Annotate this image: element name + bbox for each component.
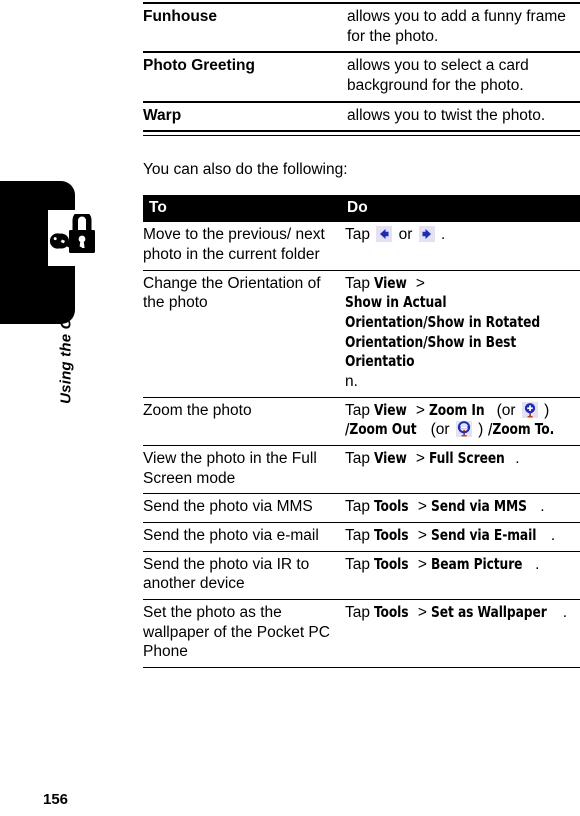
task-table-bottom-rule: [143, 666, 580, 668]
menu-path-label: View: [374, 400, 408, 419]
action-text: .: [562, 603, 567, 621]
table-row: Send the photo via MMS Tap Tools > Send v…: [143, 493, 580, 523]
menu-path-label: Send via E-mail: [431, 525, 537, 544]
feature-table-wrapper: Funhouse allows you to add a funny frame…: [143, 0, 580, 137]
chapter-label: Using the Camera: [57, 273, 75, 404]
action-text: .: [436, 226, 446, 244]
menu-path-separator: >: [411, 401, 430, 419]
action-text: Tap: [345, 603, 375, 621]
task-description-cell: Zoom the photo: [143, 401, 252, 419]
menu-path-label: Show in Actual Orientation/Show in Rotat…: [345, 293, 541, 371]
menu-path-separator: >: [413, 555, 432, 573]
table-row: Photo Greeting allows you to select a ca…: [143, 52, 580, 101]
table-row: Send the photo via IR to another device T…: [143, 551, 580, 599]
action-text: ): [473, 421, 488, 439]
action-text: ): [539, 401, 550, 419]
task-table-header-row: To Do: [143, 194, 580, 222]
action-text: Tap: [345, 401, 375, 419]
task-table-header-to: To: [143, 194, 345, 222]
action-text: (or: [492, 401, 520, 419]
task-action-cell: Tap Tools > Send via E-mail.: [345, 522, 580, 551]
task-description-cell: Send the photo via e-mail: [143, 526, 319, 544]
left-arrow-icon[interactable]: [376, 226, 393, 243]
action-text: n.: [345, 372, 358, 390]
table-row: View the photo in the Full Screen mode Ta…: [143, 445, 580, 493]
menu-path-label: Tools: [374, 554, 409, 573]
zoom-in-icon[interactable]: [521, 401, 538, 418]
feature-description-cell: allows you to select a card background f…: [347, 57, 529, 95]
task-description-cell: View the photo in the Full Screen mode: [143, 449, 317, 487]
page-number: 156: [43, 791, 69, 808]
task-table-header-do: Do: [345, 194, 580, 222]
table-row: Zoom the photo Tap View > Zoom In (or ) /…: [143, 397, 580, 445]
menu-path-label: Zoom In: [429, 400, 485, 419]
task-action-cell: Tap View > Zoom In (or ) /Zoom Out (or )…: [345, 397, 580, 445]
menu-path-separator: >: [413, 498, 432, 516]
feature-description-cell: allows you to twist the photo.: [347, 106, 546, 124]
menu-path-label: Full Screen: [429, 448, 505, 467]
feature-term-cell: Warp: [143, 102, 347, 131]
menu-path-label: View: [374, 273, 408, 292]
action-text: Tap: [345, 498, 375, 516]
task-description-cell: Change the Orientation of the photo: [143, 274, 321, 312]
action-text: .: [515, 449, 520, 467]
action-text: Tap: [345, 526, 375, 544]
task-action-cell: Tap Tools > Beam Picture.: [345, 551, 580, 599]
table-row: Move to the previous/ next photo in the …: [143, 221, 580, 270]
feature-term: Photo Greeting: [143, 57, 255, 75]
feature-term: Funhouse: [143, 8, 218, 25]
menu-path-label: Tools: [374, 602, 409, 621]
action-text: Tap: [345, 555, 375, 573]
feature-description-cell: allows you to add a funny frame for the …: [347, 8, 566, 45]
table-row: Funhouse allows you to add a funny frame…: [143, 3, 580, 52]
action-text: .: [540, 498, 545, 516]
action-text: Tap: [345, 274, 375, 292]
table-row: Set the photo as the wallpaper of the Po…: [143, 599, 580, 667]
task-action-cell: Tap or .: [345, 222, 580, 270]
zoom-out-icon[interactable]: [455, 421, 472, 438]
task-description-cell: Send the photo via IR to another device: [143, 555, 310, 593]
sidebar: Using the Camera: [0, 0, 130, 816]
action-text: .: [550, 526, 556, 544]
page-content: Funhouse allows you to add a funny frame…: [143, 0, 580, 816]
menu-path-separator: >: [411, 449, 430, 467]
action-text: .: [535, 555, 540, 573]
intro-paragraph: You can also do the following:: [143, 161, 348, 179]
menu-path-separator: >: [413, 526, 432, 544]
feature-table: Funhouse allows you to add a funny frame…: [143, 2, 580, 130]
menu-path-label: Send via MMS: [431, 497, 528, 516]
task-action-cell: Tap Tools > Send via MMS.: [345, 494, 580, 523]
feature-term-cell: Photo Greeting: [143, 52, 347, 101]
menu-path-label: Beam Picture: [431, 554, 523, 573]
menu-path-separator: >: [411, 274, 425, 292]
task-action-cell: Tap View > Full Screen.: [345, 445, 580, 493]
task-table: To Do Move to the previous/ next photo i…: [143, 194, 580, 667]
menu-path-label: View: [374, 448, 408, 467]
table-bottom-rule-thin: [143, 135, 580, 137]
action-text: or: [394, 226, 417, 244]
menu-path-separator: >: [413, 603, 432, 621]
menu-path-label: Tools: [374, 525, 409, 544]
action-text: (or: [426, 421, 454, 439]
table-row: Send the photo via e-mail Tap Tools > Sen…: [143, 522, 580, 551]
task-description-cell: Set the photo as the wallpaper of the Po…: [143, 603, 330, 661]
table-row: Change the Orientation of the photo Tap V…: [143, 270, 580, 397]
menu-path-label: Set as Wallpaper: [431, 602, 547, 621]
action-text: Tap: [345, 226, 375, 244]
menu-path-label: /Zoom Out: [345, 420, 417, 439]
table-row: Warp allows you to twist the photo.: [143, 101, 580, 131]
feature-term-cell: Funhouse: [143, 3, 347, 52]
action-text: Tap: [345, 449, 375, 467]
feature-term: Warp: [143, 106, 182, 124]
task-action-cell: Tap Tools > Set as Wallpaper.: [345, 599, 580, 667]
right-arrow-icon[interactable]: [418, 226, 435, 243]
menu-path-label: Tools: [374, 497, 409, 516]
task-description-cell: Send the photo via MMS: [143, 498, 313, 516]
menu-path-label: /Zoom To.: [487, 420, 554, 439]
task-description-cell: Move to the previous/ next photo in the …: [143, 226, 325, 263]
task-action-cell: Tap View > Show in Actual Orientation/Sh…: [345, 270, 580, 397]
